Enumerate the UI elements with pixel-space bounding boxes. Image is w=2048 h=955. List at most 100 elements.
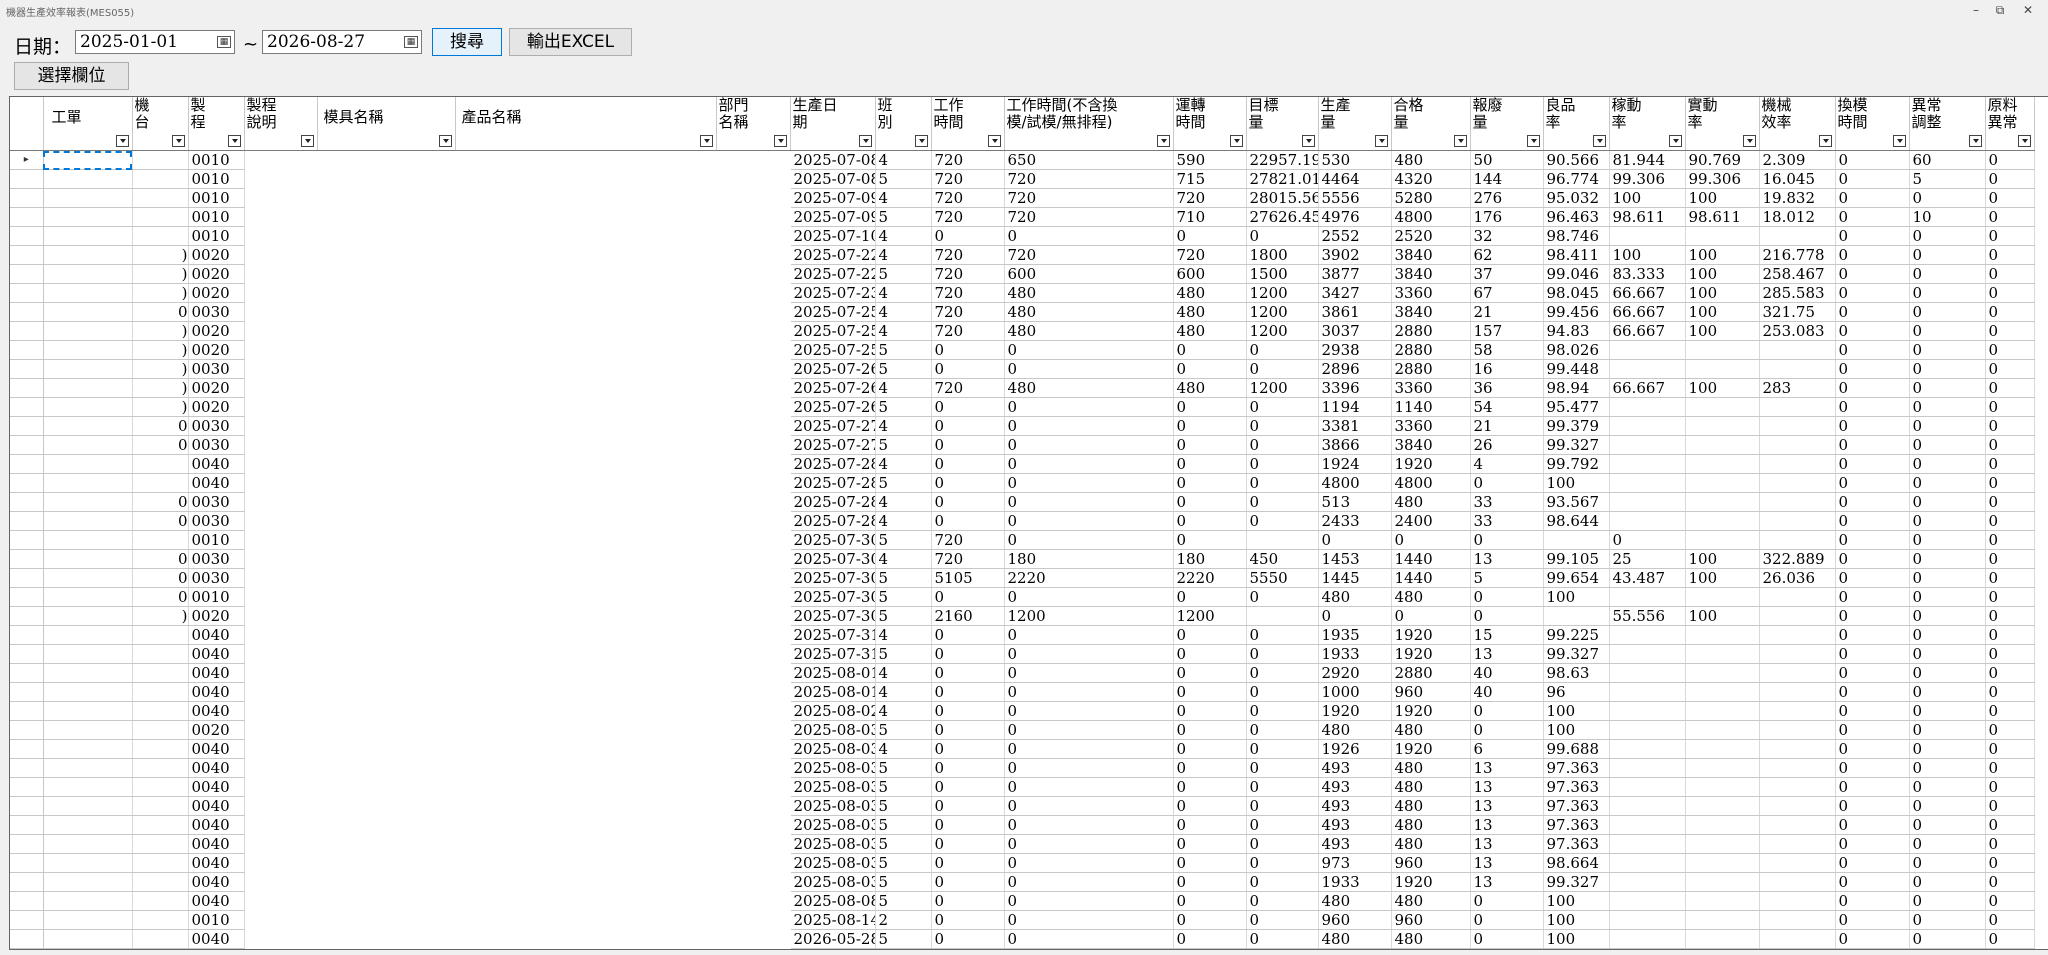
yield-rate-cell[interactable]: 99.327 bbox=[1543, 644, 1610, 664]
filter-dropdown-icon[interactable] bbox=[773, 135, 787, 147]
passed-qty-cell[interactable]: 1920 bbox=[1391, 739, 1471, 759]
work-time-net-cell[interactable]: 480 bbox=[1004, 378, 1174, 398]
scrap-qty-cell[interactable]: 13 bbox=[1470, 644, 1544, 664]
yield-rate-cell[interactable]: 96 bbox=[1543, 682, 1610, 702]
utilization-rate-cell[interactable]: 66.667 bbox=[1609, 283, 1686, 303]
product-name-cell[interactable] bbox=[455, 568, 717, 588]
changeover-time-cell[interactable]: 0 bbox=[1835, 473, 1910, 493]
scrap-qty-cell[interactable]: 0 bbox=[1470, 473, 1544, 493]
utilization-rate-cell[interactable] bbox=[1609, 739, 1686, 759]
table-row[interactable]: 0040 2025-08-01 4 0 0 0 0 2920 2880 40 98.63 0 0 0 bbox=[10, 663, 2035, 683]
shift-cell[interactable]: 4 bbox=[875, 511, 932, 531]
machine-cell[interactable] bbox=[132, 815, 189, 835]
column-header[interactable]: 工作時間(不含換 模/試模/無排程) bbox=[1004, 97, 1174, 151]
run-time-cell[interactable]: 180 bbox=[1173, 549, 1247, 569]
row-header[interactable] bbox=[10, 188, 44, 208]
abnormal-adjust-cell[interactable]: 0 bbox=[1909, 663, 1986, 683]
process-desc-cell[interactable] bbox=[244, 777, 318, 797]
passed-qty-cell[interactable]: 1920 bbox=[1391, 872, 1471, 892]
machine-efficiency-cell[interactable] bbox=[1759, 834, 1836, 854]
yield-rate-cell[interactable]: 94.83 bbox=[1543, 321, 1610, 341]
actual-rate-cell[interactable]: 100 bbox=[1685, 302, 1760, 322]
machine-efficiency-cell[interactable] bbox=[1759, 587, 1836, 607]
utilization-rate-cell[interactable] bbox=[1609, 625, 1686, 645]
abnormal-adjust-cell[interactable]: 0 bbox=[1909, 587, 1986, 607]
product-name-cell[interactable] bbox=[455, 530, 717, 550]
actual-rate-cell[interactable]: 100 bbox=[1685, 188, 1760, 208]
target-qty-cell[interactable]: 0 bbox=[1246, 473, 1319, 493]
run-time-cell[interactable]: 0 bbox=[1173, 739, 1247, 759]
changeover-time-cell[interactable]: 0 bbox=[1835, 226, 1910, 246]
abnormal-adjust-cell[interactable]: 10 bbox=[1909, 207, 1986, 227]
changeover-time-cell[interactable]: 0 bbox=[1835, 701, 1910, 721]
production-date-cell[interactable]: 2025-07-10 bbox=[790, 226, 876, 246]
row-header[interactable] bbox=[10, 321, 44, 341]
dept-name-cell[interactable] bbox=[716, 511, 791, 531]
changeover-time-cell[interactable]: 0 bbox=[1835, 834, 1910, 854]
dept-name-cell[interactable] bbox=[716, 454, 791, 474]
row-header[interactable] bbox=[10, 796, 44, 816]
actual-rate-cell[interactable] bbox=[1685, 853, 1760, 873]
work-time-net-cell[interactable]: 0 bbox=[1004, 758, 1174, 778]
scrap-qty-cell[interactable]: 67 bbox=[1470, 283, 1544, 303]
work-time-net-cell[interactable]: 650 bbox=[1004, 150, 1174, 170]
shift-cell[interactable]: 4 bbox=[875, 321, 932, 341]
passed-qty-cell[interactable]: 480 bbox=[1391, 815, 1471, 835]
target-qty-cell[interactable]: 0 bbox=[1246, 720, 1319, 740]
table-row[interactable]: 0 0030 2025-07-27 5 0 0 0 0 3866 3840 26 99.327 0 0 0 bbox=[10, 435, 2035, 455]
scrap-qty-cell[interactable]: 13 bbox=[1470, 872, 1544, 892]
dept-name-cell[interactable] bbox=[716, 929, 791, 949]
produced-qty-cell[interactable]: 480 bbox=[1318, 929, 1392, 949]
abnormal-adjust-cell[interactable]: 0 bbox=[1909, 910, 1986, 930]
changeover-time-cell[interactable]: 0 bbox=[1835, 910, 1910, 930]
work-time-cell[interactable]: 720 bbox=[931, 549, 1005, 569]
machine-cell[interactable] bbox=[132, 188, 189, 208]
minimize-icon[interactable]: – bbox=[1964, 2, 1988, 18]
scrap-qty-cell[interactable]: 21 bbox=[1470, 302, 1544, 322]
filter-dropdown-icon[interactable] bbox=[1526, 135, 1540, 147]
work-time-net-cell[interactable]: 0 bbox=[1004, 739, 1174, 759]
process-cell[interactable]: 0010 bbox=[188, 150, 245, 170]
process-desc-cell[interactable] bbox=[244, 321, 318, 341]
table-row[interactable]: 0040 2025-08-03 5 0 0 0 0 493 480 13 97.363 0 0 0 bbox=[10, 777, 2035, 797]
work-time-cell[interactable]: 0 bbox=[931, 796, 1005, 816]
produced-qty-cell[interactable]: 2938 bbox=[1318, 340, 1392, 360]
run-time-cell[interactable]: 0 bbox=[1173, 625, 1247, 645]
scrap-qty-cell[interactable]: 13 bbox=[1470, 777, 1544, 797]
run-time-cell[interactable]: 715 bbox=[1173, 169, 1247, 189]
dept-name-cell[interactable] bbox=[716, 644, 791, 664]
work-order-cell[interactable] bbox=[43, 758, 133, 778]
target-qty-cell[interactable]: 1200 bbox=[1246, 321, 1319, 341]
production-date-cell[interactable]: 2025-07-09 bbox=[790, 188, 876, 208]
product-name-cell[interactable] bbox=[455, 891, 717, 911]
production-date-cell[interactable]: 2025-07-28 bbox=[790, 454, 876, 474]
changeover-time-cell[interactable]: 0 bbox=[1835, 777, 1910, 797]
machine-cell[interactable]: ) bbox=[132, 321, 189, 341]
product-name-cell[interactable] bbox=[455, 834, 717, 854]
machine-efficiency-cell[interactable]: 216.778 bbox=[1759, 245, 1836, 265]
process-cell[interactable]: 0030 bbox=[188, 492, 245, 512]
table-row[interactable]: ) 0020 2025-07-26 5 0 0 0 0 1194 1140 54 95.477 0 0 0 bbox=[10, 397, 2035, 417]
work-time-net-cell[interactable]: 600 bbox=[1004, 264, 1174, 284]
run-time-cell[interactable]: 0 bbox=[1173, 872, 1247, 892]
dept-name-cell[interactable] bbox=[716, 264, 791, 284]
machine-efficiency-cell[interactable] bbox=[1759, 511, 1836, 531]
work-time-net-cell[interactable]: 0 bbox=[1004, 910, 1174, 930]
scrap-qty-cell[interactable]: 176 bbox=[1470, 207, 1544, 227]
machine-cell[interactable]: ) bbox=[132, 264, 189, 284]
table-row[interactable]: 0040 2025-08-03 4 0 0 0 0 1926 1920 6 99.688 0 0 0 bbox=[10, 739, 2035, 759]
production-date-cell[interactable]: 2025-07-22 bbox=[790, 264, 876, 284]
material-abnormal-cell[interactable]: 0 bbox=[1985, 302, 2035, 322]
run-time-cell[interactable]: 480 bbox=[1173, 378, 1247, 398]
production-date-cell[interactable]: 2025-07-31 bbox=[790, 625, 876, 645]
production-date-cell[interactable]: 2025-08-14 bbox=[790, 910, 876, 930]
work-time-cell[interactable]: 0 bbox=[931, 834, 1005, 854]
process-desc-cell[interactable] bbox=[244, 872, 318, 892]
row-header[interactable] bbox=[10, 397, 44, 417]
table-row[interactable]: 0040 2025-08-08 5 0 0 0 0 480 480 0 100 0 0 0 bbox=[10, 891, 2035, 911]
row-header[interactable] bbox=[10, 226, 44, 246]
work-time-net-cell[interactable]: 480 bbox=[1004, 302, 1174, 322]
produced-qty-cell[interactable]: 513 bbox=[1318, 492, 1392, 512]
row-header[interactable] bbox=[10, 625, 44, 645]
machine-cell[interactable] bbox=[132, 739, 189, 759]
